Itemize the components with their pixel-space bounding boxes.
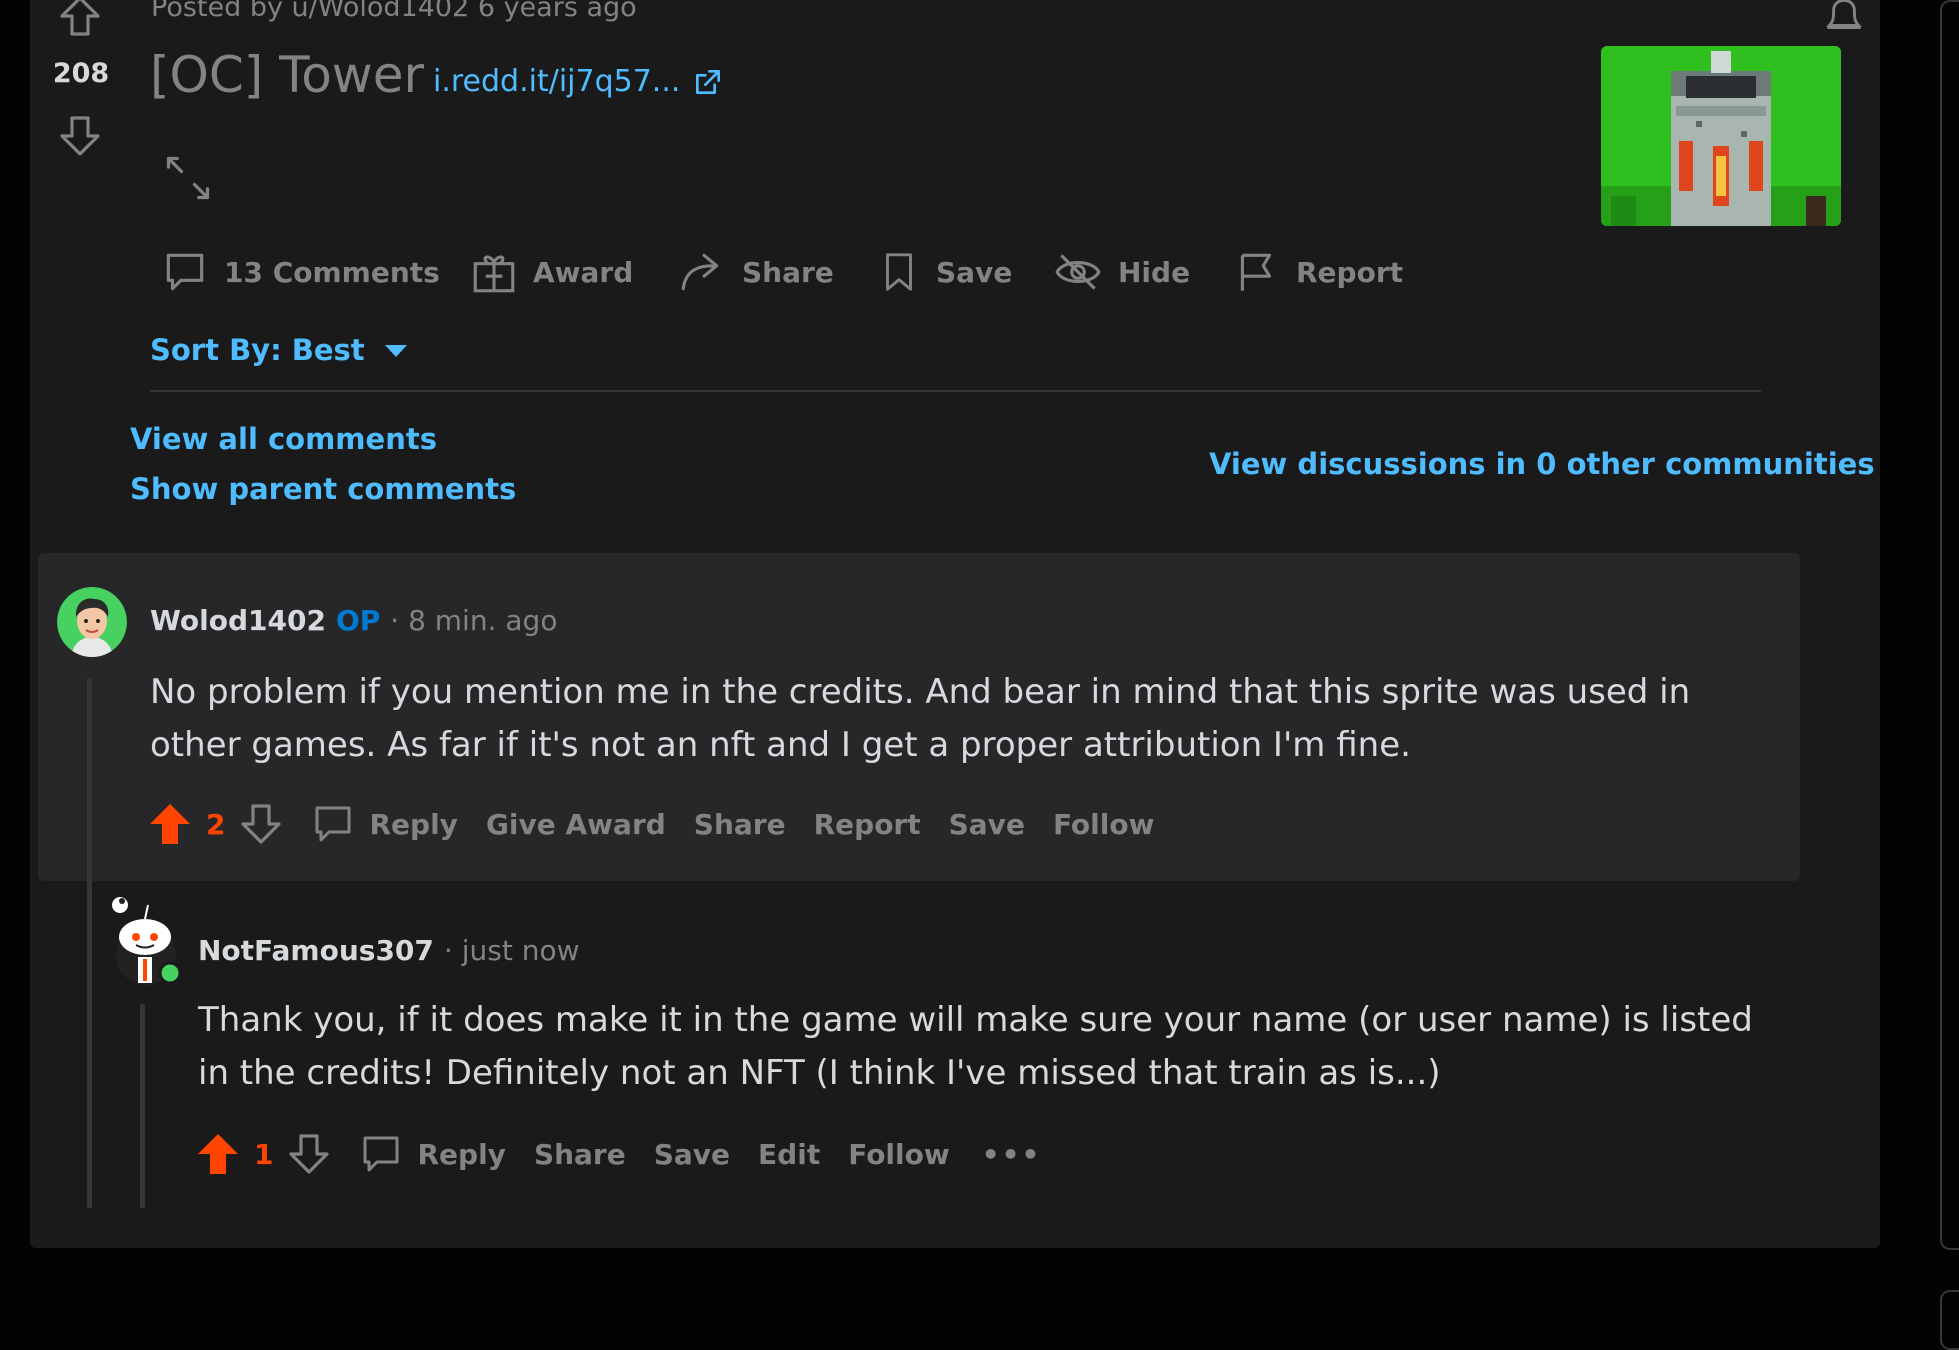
comment-actions: 2 Reply Give Award Share Report Save Fol… xyxy=(146,800,1154,848)
op-badge: OP xyxy=(335,604,381,637)
more-options-icon[interactable]: ••• xyxy=(982,1138,1042,1171)
bell-icon[interactable] xyxy=(1818,0,1870,40)
downvote-icon[interactable] xyxy=(285,1130,333,1178)
comment-header: NotFamous307 · just now xyxy=(198,934,579,967)
follow-button[interactable]: Follow xyxy=(1053,808,1155,841)
post-link-text[interactable]: i.redd.it/ij7q57... xyxy=(433,64,680,99)
avatar[interactable] xyxy=(108,895,184,987)
reply-label: Reply xyxy=(369,807,458,841)
bookmark-icon xyxy=(876,247,922,297)
share-icon xyxy=(676,247,728,297)
reply-label: Reply xyxy=(417,1137,506,1171)
scrollbar-thumb[interactable] xyxy=(1940,1290,1959,1350)
follow-button[interactable]: Follow xyxy=(848,1138,950,1171)
comment-body: No problem if you mention me in the cred… xyxy=(150,672,1691,765)
thread-line[interactable] xyxy=(140,1004,145,1208)
post-title[interactable]: [OC] Tower xyxy=(150,46,424,104)
save-label: Save xyxy=(936,255,1013,289)
share-button[interactable]: Share xyxy=(676,247,834,297)
reply-button[interactable]: Reply xyxy=(309,800,458,848)
comment-actions: 1 Reply Share Save Edit Follow ••• xyxy=(194,1130,1041,1178)
report-button[interactable]: Report xyxy=(1232,247,1403,297)
caret-down-icon xyxy=(383,341,409,359)
share-button[interactable]: Share xyxy=(534,1138,626,1171)
sort-label: Sort By: Best xyxy=(150,333,365,367)
save-button[interactable]: Save xyxy=(654,1138,730,1171)
award-label: Award xyxy=(533,255,634,289)
comment-time[interactable]: · just now xyxy=(444,934,580,967)
avatar[interactable] xyxy=(57,587,127,657)
external-link-icon xyxy=(692,66,724,98)
edit-button[interactable]: Edit xyxy=(758,1138,820,1171)
comment-icon xyxy=(309,800,357,848)
save-button[interactable]: Save xyxy=(949,808,1025,841)
post-meta[interactable]: Posted by u/Wolod1402 6 years ago xyxy=(151,0,637,23)
hide-eye-icon xyxy=(1052,247,1104,297)
comment-score: 2 xyxy=(206,807,226,841)
comment-icon xyxy=(160,247,210,297)
reply-button[interactable]: Reply xyxy=(357,1130,506,1178)
post-link[interactable]: i.redd.it/ij7q57... xyxy=(433,64,724,99)
save-button[interactable]: Save xyxy=(876,247,1012,297)
award-button[interactable]: Award xyxy=(469,247,633,297)
gift-icon xyxy=(469,247,519,297)
comment-body: Thank you, if it does make it in the gam… xyxy=(198,1000,1753,1093)
hide-button[interactable]: Hide xyxy=(1052,247,1190,297)
upvote-active-icon[interactable] xyxy=(146,800,194,848)
comment-score: 1 xyxy=(254,1137,274,1171)
post-upvote-icon[interactable] xyxy=(56,0,104,40)
share-label: Share xyxy=(742,255,834,289)
show-parent-comments-link[interactable]: Show parent comments xyxy=(130,472,516,506)
comment-author[interactable]: NotFamous307 xyxy=(198,934,434,967)
comment-icon xyxy=(357,1130,405,1178)
hide-label: Hide xyxy=(1118,255,1191,289)
post-thumbnail[interactable] xyxy=(1601,46,1841,226)
report-button[interactable]: Report xyxy=(814,808,921,841)
divider xyxy=(150,390,1761,392)
other-communities-link[interactable]: View discussions in 0 other communities xyxy=(1209,447,1875,481)
comment-header: Wolod1402 OP · 8 min. ago xyxy=(150,604,557,637)
give-award-button[interactable]: Give Award xyxy=(486,808,666,841)
post-downvote-icon[interactable] xyxy=(56,112,104,160)
comments-button[interactable]: 13 Comments xyxy=(160,247,440,297)
comment-time[interactable]: · 8 min. ago xyxy=(390,604,557,637)
sort-dropdown[interactable]: Sort By: Best xyxy=(150,333,409,367)
view-all-comments-link[interactable]: View all comments xyxy=(130,422,437,456)
scrollbar[interactable] xyxy=(1940,0,1959,1250)
share-button[interactable]: Share xyxy=(694,808,786,841)
comment-author[interactable]: Wolod1402 xyxy=(150,604,326,637)
upvote-active-icon[interactable] xyxy=(194,1130,242,1178)
post-score: 208 xyxy=(52,58,110,89)
comments-label: 13 Comments xyxy=(224,255,440,289)
report-label: Report xyxy=(1296,255,1404,289)
downvote-icon[interactable] xyxy=(237,800,285,848)
thread-line[interactable] xyxy=(87,678,92,1208)
flag-icon xyxy=(1232,247,1282,297)
expand-icon[interactable] xyxy=(162,152,214,204)
